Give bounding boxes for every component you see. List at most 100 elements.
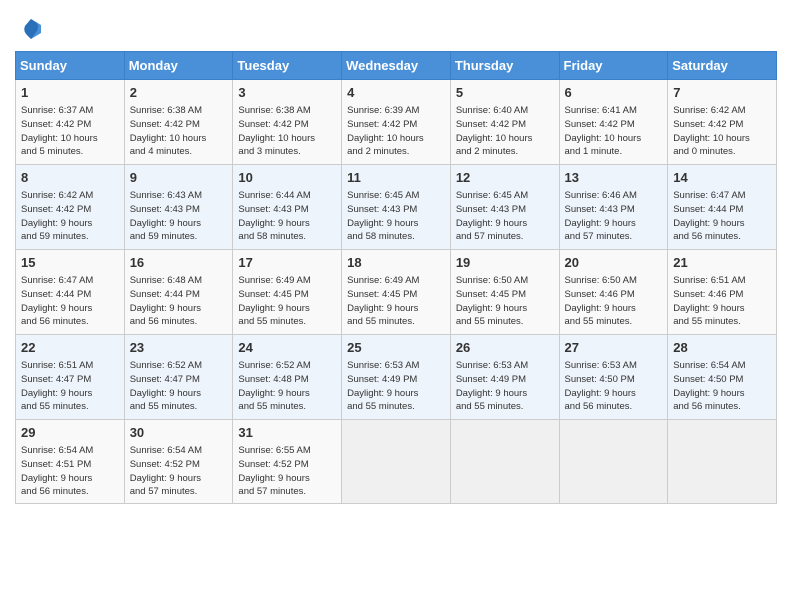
calendar-cell: 19 Sunrise: 6:50 AMSunset: 4:45 PMDaylig… bbox=[450, 250, 559, 335]
cell-info: Sunrise: 6:44 AMSunset: 4:43 PMDaylight:… bbox=[238, 189, 336, 244]
header-day-monday: Monday bbox=[124, 52, 233, 80]
cell-info: Sunrise: 6:40 AMSunset: 4:42 PMDaylight:… bbox=[456, 104, 554, 159]
calendar-week-row: 22 Sunrise: 6:51 AMSunset: 4:47 PMDaylig… bbox=[16, 335, 777, 420]
cell-info: Sunrise: 6:37 AMSunset: 4:42 PMDaylight:… bbox=[21, 104, 119, 159]
header-day-wednesday: Wednesday bbox=[342, 52, 451, 80]
calendar-cell: 8 Sunrise: 6:42 AMSunset: 4:42 PMDayligh… bbox=[16, 165, 125, 250]
calendar-cell: 18 Sunrise: 6:49 AMSunset: 4:45 PMDaylig… bbox=[342, 250, 451, 335]
cell-info: Sunrise: 6:48 AMSunset: 4:44 PMDaylight:… bbox=[130, 274, 228, 329]
day-number: 29 bbox=[21, 424, 119, 442]
cell-info: Sunrise: 6:53 AMSunset: 4:49 PMDaylight:… bbox=[456, 359, 554, 414]
day-number: 17 bbox=[238, 254, 336, 272]
cell-info: Sunrise: 6:53 AMSunset: 4:49 PMDaylight:… bbox=[347, 359, 445, 414]
calendar-cell: 30 Sunrise: 6:54 AMSunset: 4:52 PMDaylig… bbox=[124, 420, 233, 504]
day-number: 15 bbox=[21, 254, 119, 272]
header bbox=[15, 15, 777, 43]
cell-info: Sunrise: 6:38 AMSunset: 4:42 PMDaylight:… bbox=[238, 104, 336, 159]
calendar-cell: 25 Sunrise: 6:53 AMSunset: 4:49 PMDaylig… bbox=[342, 335, 451, 420]
day-number: 26 bbox=[456, 339, 554, 357]
cell-info: Sunrise: 6:54 AMSunset: 4:51 PMDaylight:… bbox=[21, 444, 119, 499]
logo-icon bbox=[17, 15, 45, 43]
calendar-cell: 2 Sunrise: 6:38 AMSunset: 4:42 PMDayligh… bbox=[124, 80, 233, 165]
cell-info: Sunrise: 6:43 AMSunset: 4:43 PMDaylight:… bbox=[130, 189, 228, 244]
calendar-cell: 20 Sunrise: 6:50 AMSunset: 4:46 PMDaylig… bbox=[559, 250, 668, 335]
calendar-week-row: 29 Sunrise: 6:54 AMSunset: 4:51 PMDaylig… bbox=[16, 420, 777, 504]
calendar-cell: 1 Sunrise: 6:37 AMSunset: 4:42 PMDayligh… bbox=[16, 80, 125, 165]
day-number: 16 bbox=[130, 254, 228, 272]
cell-info: Sunrise: 6:50 AMSunset: 4:45 PMDaylight:… bbox=[456, 274, 554, 329]
cell-info: Sunrise: 6:51 AMSunset: 4:46 PMDaylight:… bbox=[673, 274, 771, 329]
calendar-cell: 7 Sunrise: 6:42 AMSunset: 4:42 PMDayligh… bbox=[668, 80, 777, 165]
header-day-saturday: Saturday bbox=[668, 52, 777, 80]
day-number: 24 bbox=[238, 339, 336, 357]
calendar-cell: 13 Sunrise: 6:46 AMSunset: 4:43 PMDaylig… bbox=[559, 165, 668, 250]
day-number: 31 bbox=[238, 424, 336, 442]
header-day-sunday: Sunday bbox=[16, 52, 125, 80]
cell-info: Sunrise: 6:54 AMSunset: 4:50 PMDaylight:… bbox=[673, 359, 771, 414]
day-number: 28 bbox=[673, 339, 771, 357]
calendar-cell: 4 Sunrise: 6:39 AMSunset: 4:42 PMDayligh… bbox=[342, 80, 451, 165]
day-number: 25 bbox=[347, 339, 445, 357]
calendar-cell: 21 Sunrise: 6:51 AMSunset: 4:46 PMDaylig… bbox=[668, 250, 777, 335]
calendar-cell: 23 Sunrise: 6:52 AMSunset: 4:47 PMDaylig… bbox=[124, 335, 233, 420]
day-number: 5 bbox=[456, 84, 554, 102]
day-number: 19 bbox=[456, 254, 554, 272]
calendar-cell: 12 Sunrise: 6:45 AMSunset: 4:43 PMDaylig… bbox=[450, 165, 559, 250]
cell-info: Sunrise: 6:50 AMSunset: 4:46 PMDaylight:… bbox=[565, 274, 663, 329]
cell-info: Sunrise: 6:45 AMSunset: 4:43 PMDaylight:… bbox=[347, 189, 445, 244]
cell-info: Sunrise: 6:42 AMSunset: 4:42 PMDaylight:… bbox=[21, 189, 119, 244]
calendar-cell: 26 Sunrise: 6:53 AMSunset: 4:49 PMDaylig… bbox=[450, 335, 559, 420]
cell-info: Sunrise: 6:47 AMSunset: 4:44 PMDaylight:… bbox=[673, 189, 771, 244]
calendar-cell bbox=[668, 420, 777, 504]
cell-info: Sunrise: 6:55 AMSunset: 4:52 PMDaylight:… bbox=[238, 444, 336, 499]
day-number: 13 bbox=[565, 169, 663, 187]
cell-info: Sunrise: 6:41 AMSunset: 4:42 PMDaylight:… bbox=[565, 104, 663, 159]
cell-info: Sunrise: 6:49 AMSunset: 4:45 PMDaylight:… bbox=[238, 274, 336, 329]
calendar-cell: 5 Sunrise: 6:40 AMSunset: 4:42 PMDayligh… bbox=[450, 80, 559, 165]
day-number: 10 bbox=[238, 169, 336, 187]
calendar-cell bbox=[450, 420, 559, 504]
calendar-cell: 9 Sunrise: 6:43 AMSunset: 4:43 PMDayligh… bbox=[124, 165, 233, 250]
day-number: 30 bbox=[130, 424, 228, 442]
day-number: 27 bbox=[565, 339, 663, 357]
calendar-cell: 24 Sunrise: 6:52 AMSunset: 4:48 PMDaylig… bbox=[233, 335, 342, 420]
day-number: 18 bbox=[347, 254, 445, 272]
day-number: 14 bbox=[673, 169, 771, 187]
day-number: 21 bbox=[673, 254, 771, 272]
cell-info: Sunrise: 6:49 AMSunset: 4:45 PMDaylight:… bbox=[347, 274, 445, 329]
day-number: 6 bbox=[565, 84, 663, 102]
cell-info: Sunrise: 6:52 AMSunset: 4:48 PMDaylight:… bbox=[238, 359, 336, 414]
day-number: 23 bbox=[130, 339, 228, 357]
calendar-week-row: 1 Sunrise: 6:37 AMSunset: 4:42 PMDayligh… bbox=[16, 80, 777, 165]
calendar-cell: 17 Sunrise: 6:49 AMSunset: 4:45 PMDaylig… bbox=[233, 250, 342, 335]
calendar-cell: 22 Sunrise: 6:51 AMSunset: 4:47 PMDaylig… bbox=[16, 335, 125, 420]
cell-info: Sunrise: 6:46 AMSunset: 4:43 PMDaylight:… bbox=[565, 189, 663, 244]
calendar-cell: 3 Sunrise: 6:38 AMSunset: 4:42 PMDayligh… bbox=[233, 80, 342, 165]
cell-info: Sunrise: 6:52 AMSunset: 4:47 PMDaylight:… bbox=[130, 359, 228, 414]
day-number: 20 bbox=[565, 254, 663, 272]
calendar-cell: 11 Sunrise: 6:45 AMSunset: 4:43 PMDaylig… bbox=[342, 165, 451, 250]
cell-info: Sunrise: 6:42 AMSunset: 4:42 PMDaylight:… bbox=[673, 104, 771, 159]
cell-info: Sunrise: 6:45 AMSunset: 4:43 PMDaylight:… bbox=[456, 189, 554, 244]
cell-info: Sunrise: 6:38 AMSunset: 4:42 PMDaylight:… bbox=[130, 104, 228, 159]
day-number: 9 bbox=[130, 169, 228, 187]
calendar-cell: 15 Sunrise: 6:47 AMSunset: 4:44 PMDaylig… bbox=[16, 250, 125, 335]
day-number: 3 bbox=[238, 84, 336, 102]
calendar-cell: 27 Sunrise: 6:53 AMSunset: 4:50 PMDaylig… bbox=[559, 335, 668, 420]
calendar-cell: 16 Sunrise: 6:48 AMSunset: 4:44 PMDaylig… bbox=[124, 250, 233, 335]
calendar-cell: 29 Sunrise: 6:54 AMSunset: 4:51 PMDaylig… bbox=[16, 420, 125, 504]
calendar-cell: 31 Sunrise: 6:55 AMSunset: 4:52 PMDaylig… bbox=[233, 420, 342, 504]
logo bbox=[15, 15, 45, 43]
day-number: 2 bbox=[130, 84, 228, 102]
day-number: 1 bbox=[21, 84, 119, 102]
day-number: 8 bbox=[21, 169, 119, 187]
calendar-week-row: 8 Sunrise: 6:42 AMSunset: 4:42 PMDayligh… bbox=[16, 165, 777, 250]
calendar-cell: 10 Sunrise: 6:44 AMSunset: 4:43 PMDaylig… bbox=[233, 165, 342, 250]
calendar-cell: 14 Sunrise: 6:47 AMSunset: 4:44 PMDaylig… bbox=[668, 165, 777, 250]
calendar-cell: 6 Sunrise: 6:41 AMSunset: 4:42 PMDayligh… bbox=[559, 80, 668, 165]
day-number: 4 bbox=[347, 84, 445, 102]
calendar-week-row: 15 Sunrise: 6:47 AMSunset: 4:44 PMDaylig… bbox=[16, 250, 777, 335]
calendar-table: SundayMondayTuesdayWednesdayThursdayFrid… bbox=[15, 51, 777, 504]
day-number: 7 bbox=[673, 84, 771, 102]
calendar-cell: 28 Sunrise: 6:54 AMSunset: 4:50 PMDaylig… bbox=[668, 335, 777, 420]
